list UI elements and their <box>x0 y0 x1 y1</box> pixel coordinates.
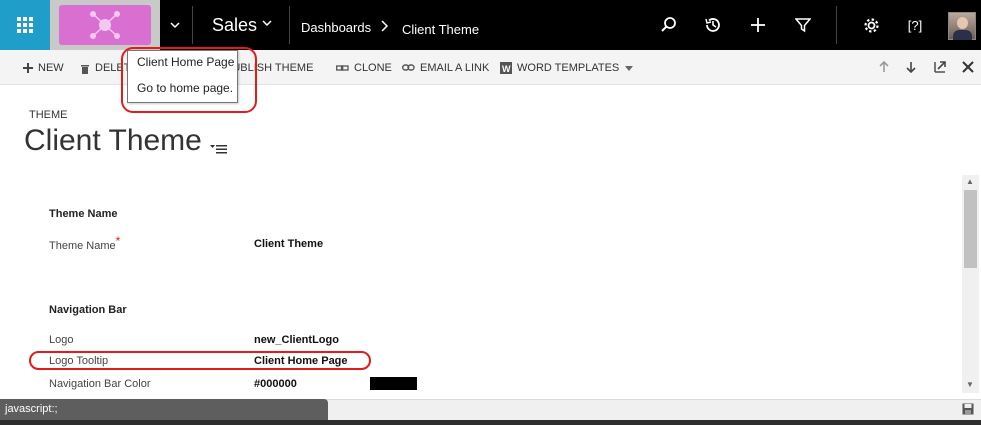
search-icon[interactable] <box>658 14 680 36</box>
breadcrumb-chevron-right-icon <box>381 20 389 32</box>
link-icon <box>402 64 415 71</box>
logo-graphic-icon <box>90 11 120 39</box>
email-link-label: EMAIL A LINK <box>420 62 490 74</box>
breadcrumb-dashboards[interactable]: Dashboards <box>301 20 371 35</box>
theme-name-label-text: Theme Name <box>49 240 116 252</box>
section-title-theme-name: Theme Name <box>49 208 118 220</box>
nav-divider <box>289 6 290 44</box>
save-icon[interactable] <box>962 402 974 420</box>
svg-text:W: W <box>502 64 511 74</box>
breadcrumb-current[interactable]: Client Theme <box>402 22 479 37</box>
scrollbar-thumb[interactable] <box>964 190 977 268</box>
logo-field[interactable]: new_ClientLogo <box>254 334 339 346</box>
clone-icon <box>336 65 349 71</box>
avatar[interactable] <box>948 12 976 40</box>
nav-bar-color-label: Navigation Bar Color <box>49 378 151 390</box>
word-templates-label: WORD TEMPLATES <box>517 62 620 74</box>
scroll-up-icon[interactable]: ▲ <box>966 177 974 186</box>
word-templates-button[interactable]: W WORD TEMPLATES <box>500 62 634 74</box>
caret-down-icon <box>625 65 634 71</box>
form-selector-icon[interactable] <box>210 141 228 159</box>
next-record-icon[interactable] <box>905 60 917 76</box>
required-marker: * <box>115 234 121 248</box>
logo-chevron-down-icon[interactable] <box>162 0 188 50</box>
section-title-navigation-bar: Navigation Bar <box>49 304 127 316</box>
window-bottom-border <box>0 420 981 425</box>
trash-icon <box>81 64 89 74</box>
highlight-annotation <box>29 351 371 370</box>
entity-type-label: THEME <box>29 109 68 121</box>
app-launcher-button[interactable] <box>0 0 50 50</box>
plus-icon[interactable] <box>747 14 769 36</box>
color-swatch <box>370 377 417 390</box>
page-title: Client Theme <box>24 124 202 157</box>
clone-button-label: CLONE <box>354 62 392 74</box>
plus-icon <box>23 63 33 73</box>
logo-image <box>59 5 151 45</box>
scroll-down-icon[interactable]: ▼ <box>966 380 974 389</box>
top-navigation-bar: Sales Dashboards Client Theme [?] <box>0 0 981 50</box>
waffle-icon <box>17 17 33 33</box>
gear-icon[interactable] <box>860 14 882 36</box>
close-icon[interactable] <box>962 60 974 76</box>
help-glyph: [?] <box>907 17 923 33</box>
theme-name-label: Theme Name* <box>49 234 120 252</box>
new-button[interactable]: NEW <box>23 62 64 74</box>
logo-label: Logo <box>49 334 74 346</box>
app-chevron-down-icon[interactable] <box>262 20 272 26</box>
status-text: javascript:; <box>0 399 328 420</box>
highlight-annotation <box>121 47 257 113</box>
nav-divider <box>192 6 193 44</box>
new-button-label: NEW <box>38 62 64 74</box>
word-icon: W <box>500 62 512 74</box>
email-link-button[interactable]: EMAIL A LINK <box>402 62 489 74</box>
theme-name-field[interactable]: Client Theme <box>254 238 323 250</box>
history-icon[interactable] <box>702 14 724 36</box>
nav-divider <box>836 6 837 44</box>
nav-bar-color-field[interactable]: #000000 <box>254 378 297 390</box>
app-name[interactable]: Sales <box>212 15 257 36</box>
client-logo[interactable] <box>50 0 160 50</box>
filter-icon[interactable] <box>792 14 814 36</box>
help-icon[interactable]: [?] <box>904 14 926 36</box>
pop-out-icon[interactable] <box>934 60 946 76</box>
clone-button[interactable]: CLONE <box>336 62 392 74</box>
previous-record-icon[interactable] <box>878 60 890 76</box>
